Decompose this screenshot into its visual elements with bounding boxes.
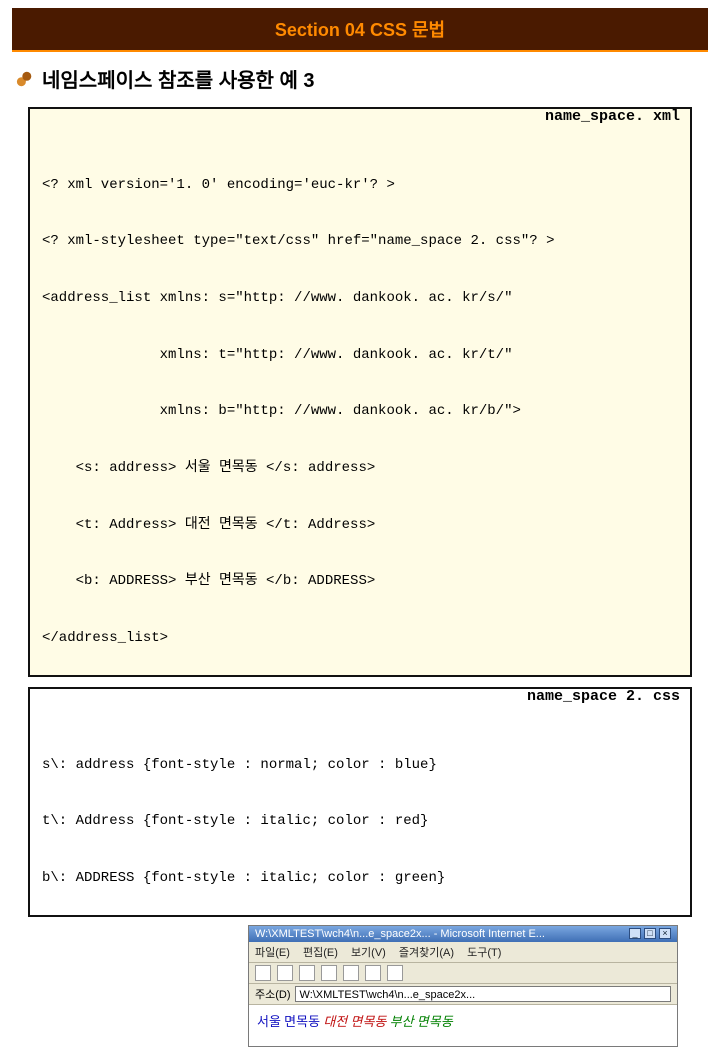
xml-code-line: <? xml version='1. 0' encoding='euc-kr'?… — [42, 176, 678, 195]
browser-titlebar: W:\XMLTEST\wch4\n...e_space2x... - Micro… — [249, 926, 677, 942]
xml-filename-label: name_space. xml — [545, 107, 680, 127]
section-banner: Section 04 CSS 문법 — [12, 8, 708, 52]
rendered-line-3: 부산 면목동 — [390, 1014, 453, 1029]
xml-code-line: <b: ADDRESS> 부산 면목동 </b: ADDRESS> — [42, 572, 678, 591]
minimize-button[interactable]: _ — [629, 928, 641, 939]
section-title: Section 04 CSS 문법 — [275, 20, 445, 40]
page-heading: 네임스페이스 참조를 사용한 예 3 — [42, 64, 315, 93]
css-filename-label: name_space 2. css — [527, 687, 680, 707]
browser-screenshot: W:\XMLTEST\wch4\n...e_space2x... - Micro… — [248, 925, 678, 1047]
back-icon[interactable] — [255, 965, 271, 981]
menu-view[interactable]: 보기(V) — [351, 947, 386, 959]
xml-code-line: </address_list> — [42, 629, 678, 648]
rendered-line-2: 대전 면목동 — [323, 1014, 386, 1029]
menu-edit[interactable]: 편집(E) — [303, 947, 338, 959]
search-icon[interactable] — [365, 965, 381, 981]
browser-window-title: W:\XMLTEST\wch4\n...e_space2x... - Micro… — [255, 928, 545, 940]
browser-content: 서울 면목동 대전 면목동 부산 면목동 — [249, 1005, 677, 1046]
browser-menubar: 파일(E) 편집(E) 보기(V) 즐겨찾기(A) 도구(T) — [249, 942, 677, 963]
refresh-icon[interactable] — [321, 965, 337, 981]
xml-code-box: name_space. xml <? xml version='1. 0' en… — [28, 107, 692, 677]
forward-icon[interactable] — [277, 965, 293, 981]
window-buttons: _ □ × — [629, 928, 671, 939]
xml-code-line: <? xml-stylesheet type="text/css" href="… — [42, 232, 678, 251]
close-button[interactable]: × — [659, 928, 671, 939]
css-code-line: t\: Address {font-style : italic; color … — [42, 812, 678, 831]
css-code-box: name_space 2. css s\: address {font-styl… — [28, 687, 692, 917]
xml-code-line: xmlns: t="http: //www. dankook. ac. kr/t… — [42, 346, 678, 365]
browser-toolbar — [249, 963, 677, 984]
bullet-icon — [16, 70, 34, 88]
xml-code-line: <address_list xmlns: s="http: //www. dan… — [42, 289, 678, 308]
menu-tools[interactable]: 도구(T) — [467, 947, 501, 959]
favorites-icon[interactable] — [387, 965, 403, 981]
menu-favorites[interactable]: 즐겨찾기(A) — [399, 947, 454, 959]
address-label: 주소(D) — [255, 986, 291, 1002]
home-icon[interactable] — [343, 965, 359, 981]
menu-file[interactable]: 파일(E) — [255, 947, 290, 959]
css-code-line: s\: address {font-style : normal; color … — [42, 756, 678, 775]
maximize-button[interactable]: □ — [644, 928, 656, 939]
xml-code-line: <t: Address> 대전 면목동 </t: Address> — [42, 516, 678, 535]
address-input[interactable]: W:\XMLTEST\wch4\n...e_space2x... — [295, 986, 671, 1002]
xml-code-line: <s: address> 서울 면목동 </s: address> — [42, 459, 678, 478]
xml-code-line: xmlns: b="http: //www. dankook. ac. kr/b… — [42, 402, 678, 421]
css-code-line: b\: ADDRESS {font-style : italic; color … — [42, 869, 678, 888]
stop-icon[interactable] — [299, 965, 315, 981]
browser-addressbar: 주소(D) W:\XMLTEST\wch4\n...e_space2x... — [249, 984, 677, 1005]
heading-row: 네임스페이스 참조를 사용한 예 3 — [0, 52, 720, 101]
rendered-line-1: 서울 면목동 — [257, 1014, 320, 1029]
